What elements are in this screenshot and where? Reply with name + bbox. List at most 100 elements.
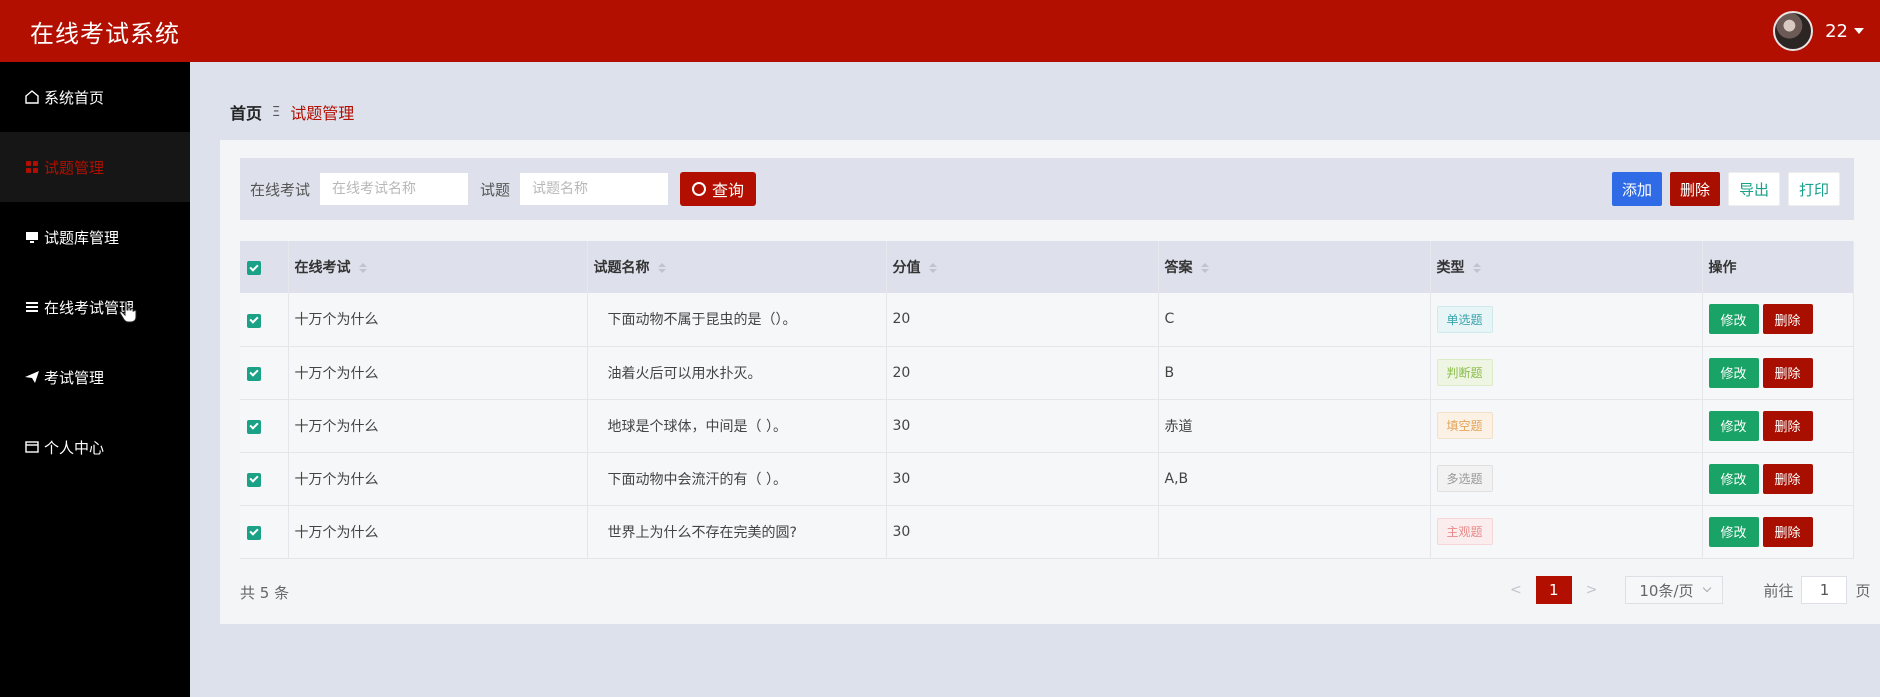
- page-number-current[interactable]: 1: [1535, 576, 1572, 604]
- page-size-select[interactable]: 10条/页: [1625, 576, 1724, 604]
- col-question[interactable]: 试题名称: [587, 241, 887, 293]
- col-ops: 操作: [1702, 241, 1854, 293]
- row-checkbox[interactable]: [247, 525, 261, 540]
- edit-button[interactable]: 修改: [1708, 463, 1759, 494]
- prev-page-button[interactable]: <: [1510, 582, 1522, 598]
- cell-score: 30: [886, 505, 1159, 559]
- delete-button[interactable]: 删除: [1762, 516, 1813, 547]
- sidebar-item-label: 试题库管理: [44, 228, 120, 247]
- exam-search-input[interactable]: [320, 173, 469, 205]
- query-button[interactable]: 查询: [680, 172, 757, 206]
- edit-button[interactable]: 修改: [1708, 357, 1759, 388]
- type-tag: 填空题: [1436, 412, 1493, 439]
- top-header: 在线考试系统 22: [0, 0, 1880, 62]
- cell-type: 填空题: [1430, 399, 1703, 453]
- type-tag: 单选题: [1436, 305, 1493, 333]
- select-all-cell: [240, 241, 289, 293]
- bulk-delete-button[interactable]: 删除: [1669, 172, 1720, 206]
- cell-exam: 十万个为什么: [288, 452, 588, 506]
- edit-button[interactable]: 修改: [1708, 410, 1759, 441]
- table-row: 十万个为什么 世界上为什么不存在完美的圆? 30 主观题 修改 删除: [240, 505, 1854, 559]
- main-card: 在线考试 试题 查询 添加 删除 导出 打印 在线考试 试题名称 分值 答案 类…: [220, 140, 1880, 624]
- col-exam[interactable]: 在线考试: [288, 241, 588, 293]
- sidebar-item-home[interactable]: 系统首页: [0, 62, 190, 132]
- sidebar-item-question-bank[interactable]: 试题库管理: [0, 202, 190, 272]
- goto-page: 前往 页: [1763, 576, 1871, 604]
- print-button[interactable]: 打印: [1787, 172, 1840, 206]
- edit-button[interactable]: 修改: [1708, 516, 1759, 547]
- cell-question: 下面动物不属于昆虫的是（）。: [587, 293, 887, 347]
- edit-button[interactable]: 修改: [1708, 304, 1759, 335]
- toolbar-actions: 添加 删除 导出 打印: [1611, 172, 1854, 206]
- cell-exam: 十万个为什么: [288, 399, 588, 453]
- row-checkbox[interactable]: [247, 313, 261, 328]
- col-type[interactable]: 类型: [1430, 241, 1703, 293]
- delete-button[interactable]: 删除: [1762, 357, 1813, 388]
- export-button[interactable]: 导出: [1727, 172, 1780, 206]
- select-all-checkbox[interactable]: [247, 261, 261, 276]
- col-answer-label: 答案: [1164, 260, 1193, 276]
- cell-answer: [1158, 505, 1431, 559]
- sort-icon[interactable]: [1472, 263, 1481, 273]
- add-button[interactable]: 添加: [1611, 172, 1662, 206]
- sort-icon[interactable]: [928, 263, 937, 273]
- row-checkbox[interactable]: [247, 472, 261, 487]
- chevron-down-icon: [1702, 583, 1711, 593]
- cell-score: 30: [886, 399, 1159, 453]
- row-select-cell: [240, 505, 289, 559]
- breadcrumb-separator: Ξ: [272, 104, 281, 120]
- delete-button[interactable]: 删除: [1762, 304, 1813, 335]
- type-tag: 主观题: [1436, 518, 1493, 545]
- row-checkbox[interactable]: [247, 366, 261, 381]
- sidebar-item-label: 试题管理: [44, 158, 105, 177]
- card-icon: [24, 439, 40, 455]
- sidebar-item-profile[interactable]: 个人中心: [0, 412, 190, 482]
- pagination: < 1 > 10条/页 前往 页: [1496, 576, 1871, 604]
- table-row: 十万个为什么 下面动物中会流汗的有（ ）。 30 A,B 多选题 修改 删除: [240, 452, 1854, 506]
- cell-ops: 修改 删除: [1702, 452, 1854, 506]
- breadcrumb-home[interactable]: 首页: [230, 100, 262, 124]
- cell-score: 20: [886, 293, 1159, 347]
- table-body: 十万个为什么 下面动物不属于昆虫的是（）。 20 C 单选题 修改 删除 十万个为…: [240, 293, 1854, 559]
- avatar[interactable]: [1773, 11, 1814, 51]
- username[interactable]: 22: [1825, 21, 1848, 42]
- user-menu[interactable]: 22: [1773, 11, 1880, 51]
- col-type-label: 类型: [1436, 260, 1465, 276]
- question-search-input[interactable]: [520, 173, 669, 205]
- cell-answer: B: [1158, 346, 1431, 400]
- cell-question: 地球是个球体，中间是（ ）。: [587, 399, 887, 453]
- sidebar-item-exam-manage[interactable]: 考试管理: [0, 342, 190, 412]
- sort-icon[interactable]: [657, 263, 666, 273]
- caret-down-icon[interactable]: [1854, 28, 1864, 34]
- cell-ops: 修改 删除: [1702, 293, 1854, 347]
- goto-page-input[interactable]: [1801, 576, 1848, 604]
- type-tag: 判断题: [1436, 359, 1493, 386]
- page-size-value: 10条/页: [1639, 581, 1694, 600]
- app-title: 在线考试系统: [30, 19, 180, 48]
- search-icon: [692, 182, 707, 196]
- sort-icon[interactable]: [358, 263, 367, 273]
- cell-score: 30: [886, 452, 1159, 506]
- cell-ops: 修改 删除: [1702, 399, 1854, 453]
- delete-button[interactable]: 删除: [1762, 463, 1813, 494]
- sidebar-item-online-exam[interactable]: 在线考试管理: [0, 272, 190, 342]
- delete-button[interactable]: 删除: [1762, 410, 1813, 441]
- cell-question: 世界上为什么不存在完美的圆?: [587, 505, 887, 559]
- sidebar-item-questions[interactable]: 试题管理: [0, 132, 190, 202]
- cell-exam: 十万个为什么: [288, 346, 588, 400]
- sidebar: 系统首页 试题管理 试题库管理 在线考试管理 考试管理 个人中心: [0, 62, 190, 697]
- search-bar: 在线考试 试题 查询 添加 删除 导出 打印: [240, 158, 1854, 220]
- sort-icon[interactable]: [1200, 263, 1209, 273]
- questions-table: 在线考试 试题名称 分值 答案 类型 操作 十万个为什么 下面动物不属于昆虫的是…: [240, 241, 1854, 559]
- row-select-cell: [240, 346, 289, 400]
- col-answer[interactable]: 答案: [1158, 241, 1431, 293]
- row-checkbox[interactable]: [247, 419, 261, 434]
- col-question-label: 试题名称: [593, 260, 650, 276]
- query-button-label: 查询: [712, 181, 745, 200]
- col-score[interactable]: 分值: [886, 241, 1159, 293]
- breadcrumb: 首页 Ξ 试题管理: [230, 100, 354, 124]
- cell-question: 下面动物中会流汗的有（ ）。: [587, 452, 887, 506]
- list-icon: [24, 299, 40, 315]
- next-page-button[interactable]: >: [1586, 582, 1598, 598]
- question-search-label: 试题: [480, 180, 511, 199]
